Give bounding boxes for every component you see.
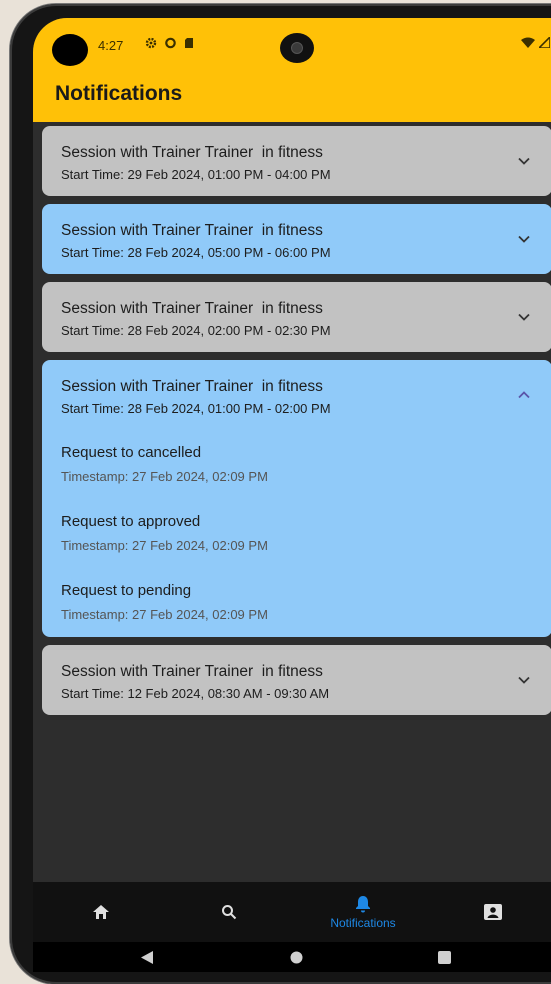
notification-card[interactable]: Session with Trainer Trainer in fitness …: [42, 126, 551, 196]
app-bar: 4:27 Notifications: [33, 18, 551, 122]
shield-icon: [165, 37, 176, 49]
nav-search[interactable]: [179, 882, 279, 942]
history-item: Request to cancelled Timestamp: 27 Feb 2…: [61, 444, 268, 484]
chevron-up-icon[interactable]: [516, 387, 532, 403]
history-status: Request to approved: [61, 513, 201, 530]
history-item: Request to approved Timestamp: 27 Feb 20…: [61, 513, 268, 553]
notification-start-time: Start Time: 28 Feb 2024, 02:00 PM - 02:3…: [61, 323, 331, 338]
history-status: Request to pending: [61, 582, 192, 599]
phone-frame: 4:27 Notifications Session with Trainer …: [10, 4, 551, 984]
notification-card-expanded[interactable]: Session with Trainer Trainer in fitness …: [42, 360, 551, 637]
wifi-icon: [521, 37, 535, 48]
history-status: Request to cancelled: [61, 444, 202, 461]
nav-label-notifications: Notifications: [330, 915, 396, 930]
notification-start-time: Start Time: 28 Feb 2024, 01:00 PM - 02:0…: [61, 401, 331, 416]
back-icon[interactable]: [141, 951, 153, 964]
front-camera: [280, 33, 314, 63]
chevron-down-icon[interactable]: [516, 231, 532, 247]
page-title: Notifications: [55, 82, 183, 105]
notification-start-time: Start Time: 29 Feb 2024, 01:00 PM - 04:0…: [61, 167, 331, 182]
notification-card[interactable]: Session with Trainer Trainer in fitness …: [42, 282, 551, 352]
nav-notifications[interactable]: Notifications: [313, 882, 413, 942]
notification-title: Session with Trainer Trainer in fitness: [61, 378, 323, 395]
history-item: Request to pending Timestamp: 27 Feb 202…: [61, 582, 268, 622]
history-timestamp: Timestamp: 27 Feb 2024, 02:09 PM: [61, 607, 268, 622]
signal-icon: [539, 36, 550, 48]
nav-home[interactable]: [51, 882, 151, 942]
chevron-down-icon[interactable]: [516, 153, 532, 169]
notification-card[interactable]: Session with Trainer Trainer in fitness …: [42, 204, 551, 274]
bell-icon: [356, 895, 370, 912]
status-icons: [145, 37, 194, 49]
bottom-navigation: Notifications: [33, 882, 551, 942]
nav-profile[interactable]: [443, 882, 543, 942]
chevron-down-icon[interactable]: [516, 309, 532, 325]
settings-icon: [145, 37, 157, 49]
history-timestamp: Timestamp: 27 Feb 2024, 02:09 PM: [61, 469, 268, 484]
notification-title: Session with Trainer Trainer in fitness: [61, 300, 323, 317]
status-time: 4:27: [98, 38, 124, 53]
sd-card-icon: [185, 38, 193, 48]
home-icon: [93, 905, 109, 919]
punch-hole: [52, 34, 88, 66]
notification-start-time: Start Time: 12 Feb 2024, 08:30 AM - 09:3…: [61, 686, 330, 701]
notification-list: Session with Trainer Trainer in fitness …: [42, 126, 551, 723]
profile-icon: [484, 904, 502, 920]
history-timestamp: Timestamp: 27 Feb 2024, 02:09 PM: [61, 538, 268, 553]
screen: 4:27 Notifications Session with Trainer …: [33, 18, 551, 972]
search-icon: [222, 905, 237, 920]
notification-start-time: Start Time: 28 Feb 2024, 05:00 PM - 06:0…: [61, 245, 331, 260]
notification-title: Session with Trainer Trainer in fitness: [61, 663, 323, 680]
notification-title: Session with Trainer Trainer in fitness: [61, 144, 323, 161]
status-right: [521, 36, 551, 48]
chevron-down-icon[interactable]: [516, 672, 532, 688]
notification-card[interactable]: Session with Trainer Trainer in fitness …: [42, 645, 551, 715]
recents-icon[interactable]: [438, 951, 451, 964]
home-button-icon[interactable]: [290, 951, 303, 964]
notification-title: Session with Trainer Trainer in fitness: [61, 222, 323, 239]
